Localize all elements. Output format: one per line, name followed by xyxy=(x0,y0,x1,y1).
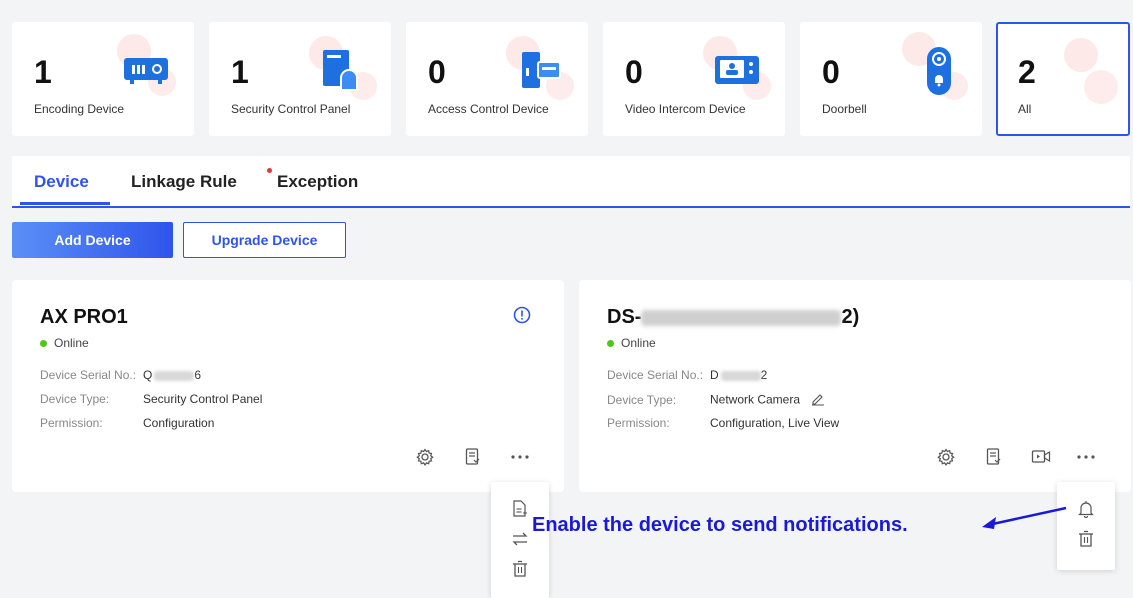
exception-badge-dot xyxy=(267,168,272,173)
decoration xyxy=(1064,38,1098,72)
redacted-model xyxy=(641,309,842,326)
stat-card-access-control-device[interactable]: 0 Access Control Device xyxy=(406,22,588,136)
tab-exception[interactable]: Exception xyxy=(277,172,358,192)
stat-label: Encoding Device xyxy=(34,102,125,116)
device-name-suffix: 2) xyxy=(841,306,860,328)
type-label: Device Type: xyxy=(607,392,677,407)
delete-icon[interactable] xyxy=(509,558,531,580)
tab-device[interactable]: Device xyxy=(34,172,89,192)
encoding-device-icon xyxy=(122,56,170,91)
permission-label: Permission: xyxy=(607,416,670,430)
stat-count: 1 xyxy=(34,54,52,90)
device-name: DS- 2) xyxy=(607,306,859,329)
stat-count: 1 xyxy=(231,54,249,90)
serial-label: Device Serial No.: xyxy=(607,368,704,382)
settings-icon[interactable] xyxy=(414,446,436,468)
serial-row: Device Serial No.: D 2 xyxy=(607,368,767,382)
stat-card-security-control-panel[interactable]: 1 Security Control Panel xyxy=(209,22,391,136)
more-options-icon[interactable] xyxy=(1075,446,1097,468)
device-name-prefix: DS- xyxy=(607,306,642,328)
stat-count: 2 xyxy=(1018,54,1036,90)
type-row: Device Type: Security Control Panel xyxy=(40,392,262,406)
export-config-icon[interactable] xyxy=(509,498,531,520)
notification-bell-icon[interactable] xyxy=(1075,498,1097,520)
permission-label: Permission: xyxy=(40,416,103,430)
stat-card-all[interactable]: 2 All xyxy=(996,22,1130,136)
active-tab-indicator xyxy=(20,202,110,205)
online-dot xyxy=(607,339,614,347)
edit-icon[interactable] xyxy=(811,392,825,409)
log-icon[interactable] xyxy=(462,446,484,468)
log-icon[interactable] xyxy=(983,446,1005,468)
more-options-menu xyxy=(491,482,549,598)
delete-icon[interactable] xyxy=(1075,528,1097,550)
stat-card-doorbell[interactable]: 0 Doorbell xyxy=(800,22,982,136)
live-view-icon[interactable] xyxy=(1030,446,1052,468)
stat-card-video-intercom-device[interactable]: 0 Video Intercom Device xyxy=(603,22,785,136)
serial-prefix: D xyxy=(710,368,719,382)
device-status: Online xyxy=(40,336,89,350)
serial-suffix: 6 xyxy=(194,368,202,382)
settings-icon[interactable] xyxy=(935,446,957,468)
device-card[interactable]: DS- 2) Online Device Serial No.: D 2 Device… xyxy=(579,280,1131,492)
serial-row: Device Serial No.: Q 6 xyxy=(40,368,201,382)
serial-prefix: Q xyxy=(143,368,153,382)
type-row: Device Type: Network Camera xyxy=(607,392,825,409)
serial-label: Device Serial No.: xyxy=(40,368,137,382)
redacted-serial xyxy=(154,370,195,381)
type-value: Network Camera xyxy=(710,392,801,407)
stat-count: 0 xyxy=(822,54,840,90)
stat-count: 0 xyxy=(625,54,643,90)
upgrade-device-button[interactable]: Upgrade Device xyxy=(183,222,346,258)
stat-label: Video Intercom Device xyxy=(625,102,746,116)
stat-card-encoding-device[interactable]: 1 Encoding Device xyxy=(12,22,194,136)
add-device-button[interactable]: Add Device xyxy=(12,222,173,258)
stat-label: All xyxy=(1018,102,1032,116)
permission-value: Configuration xyxy=(143,416,215,430)
type-value: Security Control Panel xyxy=(143,392,263,406)
status-text: Online xyxy=(621,336,656,350)
stat-label: Security Control Panel xyxy=(231,102,351,116)
decoration xyxy=(1084,70,1118,104)
video-intercom-icon xyxy=(713,54,761,91)
permission-row: Permission: Configuration xyxy=(40,416,214,430)
more-options-icon[interactable] xyxy=(509,446,531,468)
stat-count: 0 xyxy=(428,54,446,90)
doorbell-icon xyxy=(926,46,952,101)
stat-label: Doorbell xyxy=(822,102,867,116)
redacted-serial xyxy=(720,370,761,381)
status-text: Online xyxy=(54,336,89,350)
security-panel-icon xyxy=(321,48,361,97)
permission-row: Permission: Configuration, Live View xyxy=(607,416,839,430)
tab-linkage-rule[interactable]: Linkage Rule xyxy=(131,172,237,192)
annotation-text: Enable the device to send notifications. xyxy=(532,514,908,536)
annotation-arrow-icon xyxy=(982,506,1067,529)
serial-suffix: 2 xyxy=(760,368,768,382)
tab-bar: Device Linkage Rule Exception xyxy=(12,156,1130,208)
access-control-icon xyxy=(518,50,562,95)
device-name: AX PRO1 xyxy=(40,306,128,328)
device-category-summary: 1 Encoding Device 1 Security Control Pan… xyxy=(12,22,1130,138)
device-status: Online xyxy=(607,336,656,350)
device-card[interactable]: AX PRO1 Online Device Serial No.: Q 6 Devi… xyxy=(12,280,564,492)
alert-info-icon[interactable] xyxy=(511,304,533,326)
online-dot xyxy=(40,339,47,347)
type-label: Device Type: xyxy=(40,392,110,406)
swap-icon[interactable] xyxy=(509,528,531,550)
permission-value: Configuration, Live View xyxy=(710,416,840,430)
stat-label: Access Control Device xyxy=(428,102,549,116)
